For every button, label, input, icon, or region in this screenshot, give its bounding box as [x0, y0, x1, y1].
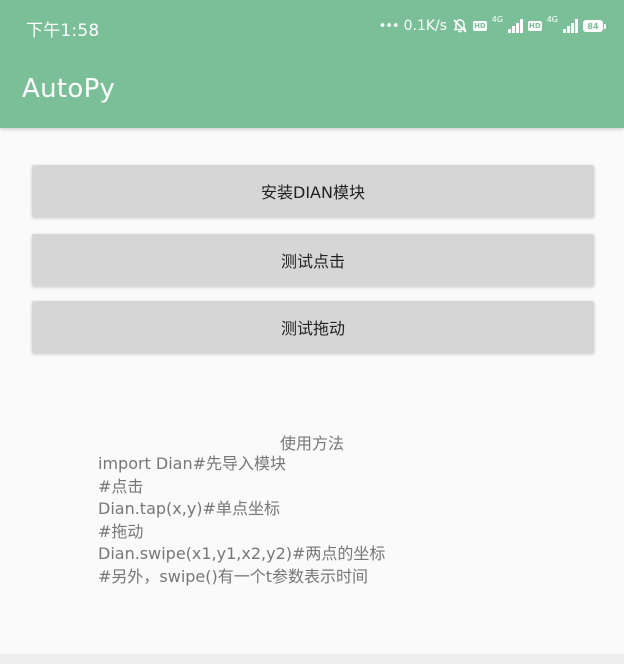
usage-title: 使用方法 [279, 434, 344, 453]
hd-badge-1: HD [473, 21, 487, 31]
status-icons: ••• 0.1K/s HD 4G HD 4G 84 [379, 15, 606, 37]
usage-line: #拖动 [98, 521, 144, 541]
more-dots-icon: ••• [378, 18, 400, 34]
bottom-divider [0, 654, 624, 664]
status-bar: 下午1:58 ••• 0.1K/s HD 4G HD 4G 84 [0, 0, 624, 54]
hd-badge-2: HD [528, 21, 542, 31]
usage-line: Dian.tap(x,y)#单点坐标 [98, 499, 280, 518]
install-dian-module-button[interactable]: 安装DIAN模块 [32, 165, 594, 217]
status-time: 下午1:58 [26, 21, 100, 41]
app-header: 下午1:58 ••• 0.1K/s HD 4G HD 4G 84 AutoPy [0, 0, 624, 128]
usage-line: import Dian#先导入模块 [98, 454, 287, 473]
notifications-off-icon [452, 18, 468, 34]
usage-instructions: import Dian#先导入模块 #点击 Dian.tap(x,y)#单点坐标… [98, 453, 385, 588]
network-type-2: 4G [546, 15, 558, 24]
signal-strength-icon-1 [508, 19, 524, 33]
test-drag-button[interactable]: 测试拖动 [32, 301, 594, 353]
battery-level: 84 [583, 20, 603, 32]
usage-line: #另外，swipe()有一个t参数表示时间 [98, 566, 369, 586]
app-title: AutoPy [22, 74, 116, 104]
signal-strength-icon-2 [563, 19, 578, 33]
network-type-1: 4G [491, 15, 504, 24]
network-speed: 0.1K/s [403, 18, 448, 34]
usage-line: #点击 [98, 476, 144, 496]
battery-icon: 84 [583, 20, 606, 32]
usage-line: Dian.swipe(x1,y1,x2,y2)#两点的坐标 [98, 544, 386, 563]
test-click-button[interactable]: 测试点击 [32, 234, 594, 286]
